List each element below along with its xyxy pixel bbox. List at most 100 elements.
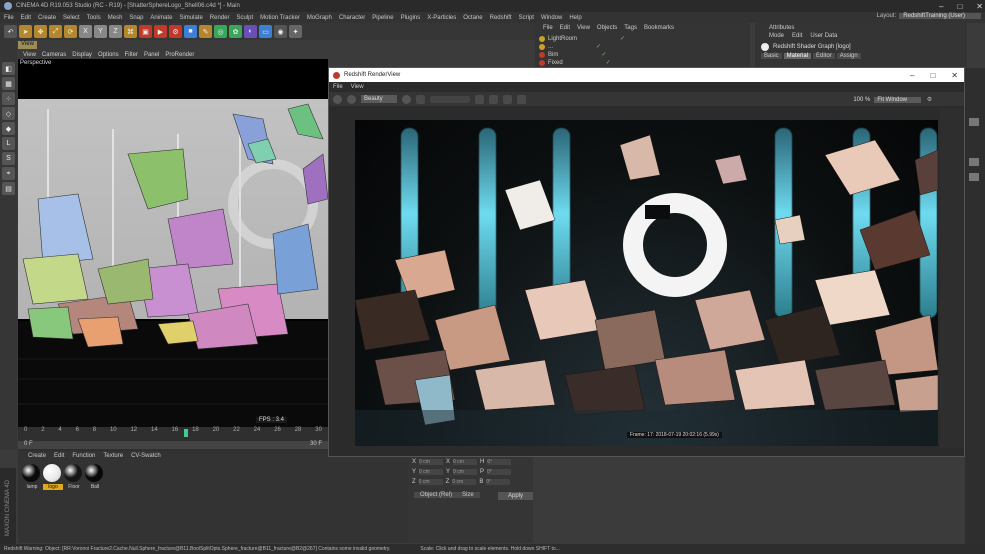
menu-item[interactable]: Select xyxy=(63,15,80,21)
rotate-icon[interactable]: ⟳ xyxy=(64,25,77,38)
object-menu-item[interactable]: Bookmarks xyxy=(644,25,674,31)
array-icon[interactable]: ✿ xyxy=(229,25,242,38)
viewport-menu-item[interactable]: Filter xyxy=(125,52,138,58)
attributes-tab[interactable]: Assign xyxy=(836,53,861,59)
coord-field[interactable]: 0 cm xyxy=(419,459,444,465)
object-menu-item[interactable]: Tags xyxy=(624,25,637,31)
coord-mode-select[interactable]: Object (Rel) xyxy=(414,492,459,498)
viewport-menu-item[interactable]: Cameras xyxy=(42,52,66,58)
points-mode-icon[interactable]: ⁘ xyxy=(2,92,15,105)
camera-icon[interactable]: ◉ xyxy=(274,25,287,38)
cube-icon[interactable]: ■ xyxy=(184,25,197,38)
material-menu-item[interactable]: Texture xyxy=(103,453,123,459)
floor-icon[interactable]: ▭ xyxy=(259,25,272,38)
visibility-check-icon[interactable]: ✓ xyxy=(606,59,611,66)
move-icon[interactable]: ✥ xyxy=(34,25,47,38)
visibility-check-icon[interactable]: ✓ xyxy=(596,43,601,50)
material-menu-item[interactable]: Edit xyxy=(54,453,64,459)
visibility-check-icon[interactable]: ✓ xyxy=(620,35,625,42)
viewport-menu-item[interactable]: View xyxy=(23,52,36,58)
coord-field[interactable]: 0° xyxy=(487,459,512,465)
layout-dropdown[interactable]: RedshiftTraining (User) xyxy=(899,13,981,19)
object-row[interactable]: LightRoom ✓ xyxy=(539,35,625,42)
z-axis-icon[interactable]: Z xyxy=(109,25,122,38)
attributes-menu-item[interactable]: Mode xyxy=(769,33,784,39)
renderview-minimize-button[interactable]: – xyxy=(910,71,914,80)
view-tab[interactable]: View xyxy=(18,41,37,49)
renderview-menu-item[interactable]: View xyxy=(351,84,364,90)
menu-item[interactable]: Redshift xyxy=(490,15,512,21)
play-render-icon[interactable] xyxy=(333,94,342,104)
aov-dropdown[interactable]: Beauty xyxy=(361,95,397,103)
workplane-icon[interactable]: ▤ xyxy=(2,182,15,195)
cursor-icon[interactable]: ➤ xyxy=(19,25,32,38)
attributes-tab[interactable]: Material xyxy=(783,53,812,59)
menu-item[interactable]: MoGraph xyxy=(307,15,332,21)
scale-icon[interactable]: ⤢ xyxy=(49,25,62,38)
menu-item[interactable]: Motion Tracker xyxy=(260,15,300,21)
snapshot-select[interactable] xyxy=(429,95,470,103)
material-item[interactable]: Ball xyxy=(85,464,105,490)
viewport-menu-item[interactable]: Display xyxy=(72,52,92,58)
subdivision-icon[interactable]: ◎ xyxy=(214,25,227,38)
material-item[interactable]: Floor xyxy=(64,464,84,490)
polygons-mode-icon[interactable]: ◆ xyxy=(2,122,15,135)
axis-mode-icon[interactable]: L xyxy=(2,137,15,150)
settings-gear-icon[interactable]: ⚙ xyxy=(925,95,934,104)
menu-item[interactable]: Create xyxy=(38,15,56,21)
playhead[interactable] xyxy=(184,429,188,437)
y-axis-icon[interactable]: Y xyxy=(94,25,107,38)
crop-icon[interactable] xyxy=(415,94,425,104)
menu-item[interactable]: Mesh xyxy=(108,15,123,21)
coord-icon[interactable]: ⌘ xyxy=(124,25,137,38)
stop-render-icon[interactable] xyxy=(347,94,356,104)
coord-field[interactable]: 0 cm xyxy=(419,469,444,475)
timeline[interactable]: 0 2 4 6 8 10 12 14 16 18 20 22 24 26 28 30 0 F 30 F xyxy=(18,427,328,451)
fit-window-dropdown[interactable]: Fit Window xyxy=(874,96,921,103)
x-axis-icon[interactable]: X xyxy=(79,25,92,38)
menu-item[interactable]: Help xyxy=(569,15,581,21)
panel-toggle-icon[interactable] xyxy=(969,118,979,126)
close-button[interactable]: ✕ xyxy=(976,2,983,11)
snap-icon[interactable]: ⌖ xyxy=(2,167,15,180)
menu-item[interactable]: Octane xyxy=(463,15,482,21)
pen-icon[interactable]: ✎ xyxy=(199,25,212,38)
menu-item[interactable]: Window xyxy=(541,15,562,21)
menu-item[interactable]: X-Particles xyxy=(427,15,456,21)
render-region-icon[interactable]: ▣ xyxy=(139,25,152,38)
timeline-range-bar[interactable]: 0 F 30 F xyxy=(18,441,328,449)
undo-icon[interactable]: ↶ xyxy=(4,25,17,38)
coord-field[interactable]: 0 cm xyxy=(452,479,477,485)
panel-toggle-icon-2[interactable] xyxy=(969,158,979,166)
compare-icon[interactable] xyxy=(516,94,526,104)
coord-field[interactable]: 0 cm xyxy=(453,469,478,475)
minimize-button[interactable]: – xyxy=(939,2,943,11)
render-view-icon[interactable]: ▶ xyxy=(154,25,167,38)
viewport[interactable]: Perspective FPS : 3.4 xyxy=(18,59,328,427)
coord-field[interactable]: 0 cm xyxy=(453,459,478,465)
zoom-level[interactable]: 100 % xyxy=(853,97,870,103)
renderview-maximize-button[interactable]: □ xyxy=(930,71,935,80)
attributes-tab[interactable]: Basic xyxy=(761,53,782,59)
menu-item[interactable]: Script xyxy=(519,15,534,21)
material-item[interactable]: lamp xyxy=(22,464,42,490)
viewport-menu-item[interactable]: Options xyxy=(98,52,119,58)
save-icon[interactable] xyxy=(474,94,484,104)
coord-field[interactable]: 0° xyxy=(486,479,511,485)
visibility-check-icon[interactable]: ✓ xyxy=(601,51,606,58)
solo-icon[interactable]: S xyxy=(2,152,15,165)
model-mode-icon[interactable]: ◧ xyxy=(2,62,15,75)
menu-item[interactable]: Character xyxy=(339,15,365,21)
renderview-title-bar[interactable]: Redshift RenderView xyxy=(329,68,964,82)
coord-field[interactable]: 0 cm xyxy=(418,479,443,485)
render-settings-icon[interactable]: ⚙ xyxy=(169,25,182,38)
material-menu-item[interactable]: Function xyxy=(72,453,95,459)
object-row[interactable]: Bim ✓ xyxy=(539,51,606,58)
viewport-menu-item[interactable]: Panel xyxy=(144,52,159,58)
menu-item[interactable]: Snap xyxy=(129,15,143,21)
menu-item[interactable]: Tools xyxy=(87,15,101,21)
deformer-icon[interactable]: ◐ xyxy=(244,25,257,38)
attributes-menu-item[interactable]: User Data xyxy=(810,33,837,39)
material-menu-item[interactable]: Create xyxy=(28,453,46,459)
menu-item[interactable]: Edit xyxy=(21,15,31,21)
